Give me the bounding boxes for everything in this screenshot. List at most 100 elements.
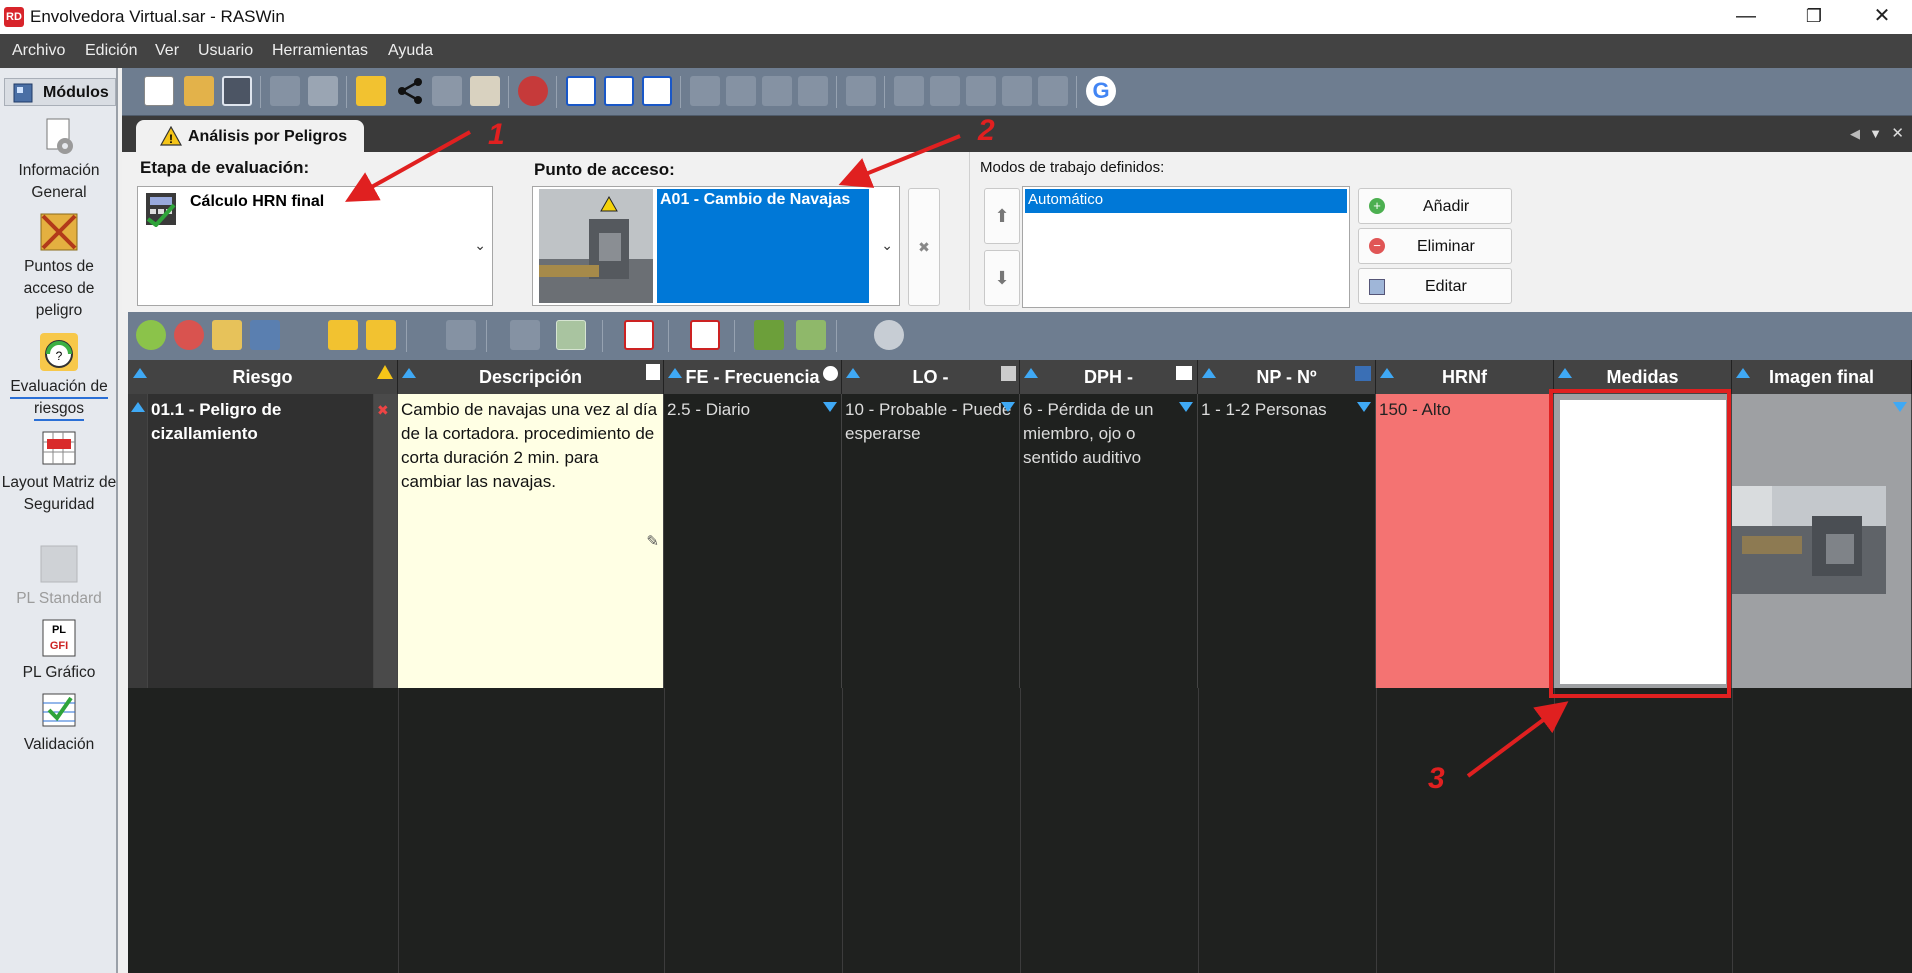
col-header-descripcion[interactable]: Descripción bbox=[398, 360, 664, 394]
sort-up-icon[interactable] bbox=[133, 368, 147, 378]
modos-list[interactable]: Automático bbox=[1022, 186, 1350, 308]
dropdown-icon[interactable] bbox=[1179, 402, 1193, 412]
cell-dph[interactable]: 6 - Pérdida de un miembro, ojo o sentido… bbox=[1020, 394, 1198, 688]
sort-up-icon[interactable] bbox=[846, 368, 860, 378]
calculator-tool-icon[interactable] bbox=[212, 320, 242, 350]
pan-icon[interactable] bbox=[798, 76, 828, 106]
sort-up-icon[interactable] bbox=[1380, 368, 1394, 378]
chevron-down-icon[interactable]: ⌄ bbox=[881, 237, 893, 254]
module-pl-standard[interactable]: PL Standard bbox=[0, 544, 118, 610]
col-header-lo[interactable]: LO - bbox=[842, 360, 1020, 394]
align-bottom-icon[interactable] bbox=[966, 76, 996, 106]
remove-icon[interactable]: ✖ bbox=[377, 402, 389, 418]
col-header-imagen-final[interactable]: Imagen final bbox=[1732, 360, 1912, 394]
menu-ver[interactable]: Ver bbox=[155, 42, 179, 60]
cell-lo[interactable]: 10 - Probable - Puede esperarse bbox=[842, 394, 1020, 688]
sort-up-icon[interactable] bbox=[1736, 368, 1750, 378]
modo-item-selected[interactable]: Automático bbox=[1025, 189, 1347, 213]
clear-punto-button[interactable]: ✖ bbox=[908, 188, 940, 306]
add-row-icon[interactable] bbox=[136, 320, 166, 350]
cell-np[interactable]: 1 - 1-2 Personas bbox=[1198, 394, 1376, 688]
move-up-icon[interactable]: ⬆ bbox=[984, 188, 1020, 244]
layout-split-icon[interactable] bbox=[604, 76, 634, 106]
layout-single-icon[interactable] bbox=[566, 76, 596, 106]
cell-descripcion[interactable]: Cambio de navajas una vez al día de la c… bbox=[398, 394, 664, 688]
module-informacion-general[interactable]: Información General bbox=[0, 116, 118, 204]
open-folder-icon[interactable] bbox=[184, 76, 214, 106]
copy-icon[interactable] bbox=[270, 76, 300, 106]
module-layout-matriz[interactable]: Layout Matriz de Seguridad bbox=[0, 428, 118, 516]
minimize-button[interactable]: — bbox=[1716, 0, 1776, 34]
tab-close-icon[interactable]: ✕ bbox=[1891, 124, 1904, 142]
delete-button[interactable]: − Eliminar bbox=[1358, 228, 1512, 264]
cell-fe[interactable]: 2.5 - Diario bbox=[664, 394, 842, 688]
menu-archivo[interactable]: Archivo bbox=[12, 42, 65, 60]
menu-herramientas[interactable]: Herramientas bbox=[272, 42, 368, 60]
esd-icon[interactable] bbox=[518, 76, 548, 106]
sort-up-icon[interactable] bbox=[1558, 368, 1572, 378]
add-button[interactable]: + Añadir bbox=[1358, 188, 1512, 224]
col-header-hrnf[interactable]: HRNf bbox=[1376, 360, 1554, 394]
close-button[interactable]: ✕ bbox=[1852, 0, 1912, 34]
tab-scroll-left-icon[interactable]: ◀ bbox=[1850, 126, 1860, 142]
move-up-row-icon[interactable] bbox=[796, 320, 826, 350]
google-icon[interactable]: G bbox=[1086, 76, 1116, 106]
row-indicator[interactable] bbox=[128, 394, 148, 688]
pencil-icon[interactable]: ✎ bbox=[646, 530, 659, 554]
row-height-icon[interactable] bbox=[624, 320, 654, 350]
menu-edicion[interactable]: Edición bbox=[85, 42, 137, 60]
cell-imagen-final[interactable] bbox=[1732, 394, 1912, 688]
dropdown-icon[interactable] bbox=[1893, 402, 1907, 412]
zoom-out-icon[interactable] bbox=[726, 76, 756, 106]
menu-usuario[interactable]: Usuario bbox=[198, 42, 253, 60]
new-file-icon[interactable] bbox=[144, 76, 174, 106]
module-puntos-acceso[interactable]: Puntos de acceso de peligro bbox=[0, 212, 118, 322]
link-icon[interactable] bbox=[510, 320, 540, 350]
tab-list-icon[interactable]: ▼ bbox=[1869, 126, 1882, 141]
hazard-filter-icon[interactable] bbox=[328, 320, 358, 350]
punto-select[interactable]: A01 - Cambio de Navajas ⌄ bbox=[532, 186, 900, 306]
share-icon[interactable] bbox=[394, 76, 424, 106]
wizard-icon[interactable] bbox=[470, 76, 500, 106]
map-icon[interactable] bbox=[250, 320, 280, 350]
col-header-np[interactable]: NP - Nº bbox=[1198, 360, 1376, 394]
align-left-icon[interactable] bbox=[1002, 76, 1032, 106]
medidas-editor[interactable] bbox=[1560, 400, 1726, 684]
zoom-in-icon[interactable] bbox=[690, 76, 720, 106]
dropdown-icon[interactable] bbox=[1357, 402, 1371, 412]
col-width-icon[interactable] bbox=[690, 320, 720, 350]
move-down-row-icon[interactable] bbox=[754, 320, 784, 350]
dropdown-icon[interactable] bbox=[823, 402, 837, 412]
col-header-dph[interactable]: DPH - bbox=[1020, 360, 1198, 394]
col-header-riesgo[interactable]: Riesgo bbox=[128, 360, 398, 394]
sort-up-icon[interactable] bbox=[1202, 368, 1216, 378]
modules-header[interactable]: Módulos bbox=[4, 78, 116, 106]
camera-icon[interactable] bbox=[874, 320, 904, 350]
etapa-select[interactable]: Cálculo HRN final ⌄ bbox=[137, 186, 493, 306]
text-icon[interactable] bbox=[846, 76, 876, 106]
hazard-open-icon[interactable] bbox=[366, 320, 396, 350]
cell-medidas[interactable] bbox=[1554, 394, 1732, 688]
save-icon[interactable] bbox=[222, 76, 252, 106]
list-icon[interactable] bbox=[446, 320, 476, 350]
tools-icon[interactable] bbox=[432, 76, 462, 106]
dropdown-icon[interactable] bbox=[1001, 402, 1015, 412]
fit-icon[interactable] bbox=[894, 76, 924, 106]
tab-analisis-peligros[interactable]: ! Análisis por Peligros bbox=[136, 120, 364, 152]
sort-up-icon[interactable] bbox=[402, 368, 416, 378]
module-validacion[interactable]: Validación bbox=[0, 690, 118, 756]
cell-hrnf[interactable]: 150 - Alto bbox=[1376, 394, 1554, 688]
chevron-down-icon[interactable]: ⌄ bbox=[474, 237, 486, 254]
move-down-icon[interactable]: ⬇ bbox=[984, 250, 1020, 306]
paste-icon[interactable] bbox=[308, 76, 338, 106]
module-evaluacion-riesgos[interactable]: ? Evaluación de riesgos bbox=[0, 332, 118, 421]
col-header-fe[interactable]: FE - Frecuencia bbox=[664, 360, 842, 394]
module-pl-grafico[interactable]: PL GFI PL Gráfico bbox=[0, 618, 118, 684]
delete-row-icon[interactable] bbox=[174, 320, 204, 350]
edit-button[interactable]: Editar bbox=[1358, 268, 1512, 304]
layout-grid-icon[interactable] bbox=[642, 76, 672, 106]
zoom-area-icon[interactable] bbox=[762, 76, 792, 106]
sort-up-icon[interactable] bbox=[668, 368, 682, 378]
cell-riesgo[interactable]: 01.1 - Peligro de cizallamiento bbox=[148, 394, 374, 688]
maximize-button[interactable]: ❐ bbox=[1784, 0, 1844, 34]
